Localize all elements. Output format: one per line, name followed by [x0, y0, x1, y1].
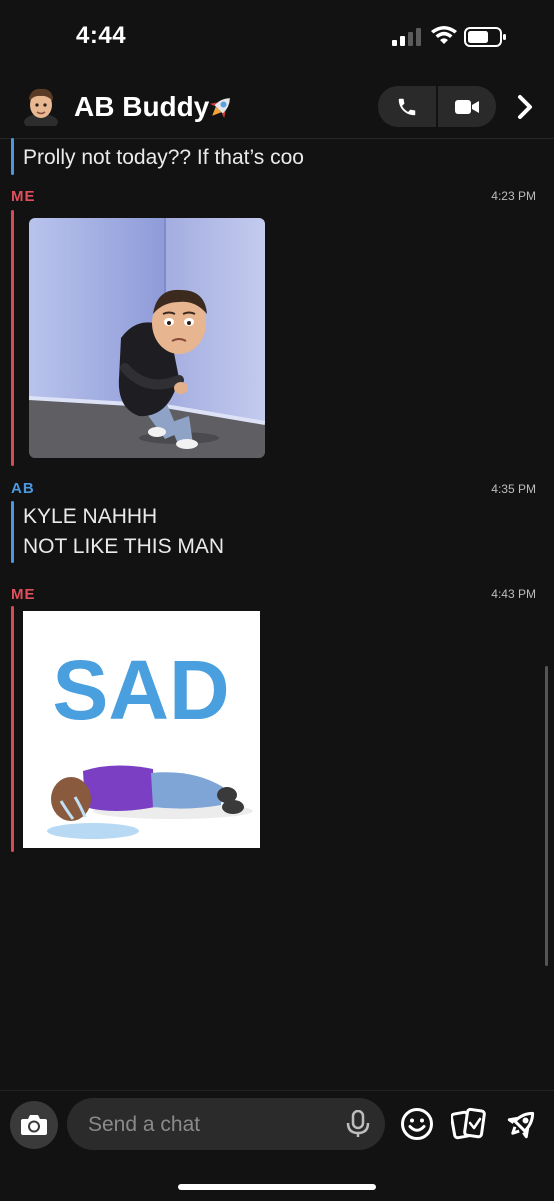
chat-input[interactable] [86, 1098, 340, 1152]
bitmoji-sticker[interactable] [29, 218, 265, 458]
message-timestamp: 4:23 PM [491, 189, 536, 203]
camera-button[interactable] [10, 1101, 58, 1149]
avatar[interactable] [22, 86, 60, 126]
message-bar [11, 501, 14, 563]
video-camera-icon [455, 99, 479, 114]
chat-title[interactable]: AB Buddy [74, 91, 209, 123]
rocket-icon[interactable] [504, 1106, 540, 1142]
bitmoji-image [29, 218, 265, 458]
cellular-signal-icon [392, 28, 421, 46]
voice-call-button[interactable] [378, 86, 436, 127]
phone-icon [398, 98, 416, 115]
message-text[interactable]: KYLE NAHHH [23, 502, 157, 532]
sender-label: ME [11, 586, 36, 603]
sender-label: AB [11, 480, 35, 497]
video-call-button[interactable] [438, 86, 496, 127]
chevron-right-button[interactable] [510, 90, 540, 124]
status-time: 4:44 [76, 22, 127, 49]
sender-label: ME [11, 188, 36, 205]
rocket-emoji-icon [210, 98, 230, 118]
status-bar: 4:44 [0, 0, 554, 76]
chat-header: AB Buddy [0, 76, 554, 139]
smiley-icon[interactable] [400, 1107, 434, 1141]
chat-composer [0, 1090, 554, 1201]
message-timestamp: 4:35 PM [491, 482, 536, 496]
sticker-text: SAD [52, 643, 229, 737]
message-list[interactable]: Prolly not today?? If that’s coo ME 4:23… [0, 138, 554, 1088]
wifi-icon [431, 26, 457, 44]
message-bar [11, 606, 14, 852]
chat-input-wrapper [67, 1098, 385, 1152]
message-bar [11, 138, 14, 175]
message-timestamp: 4:43 PM [491, 587, 536, 601]
cards-icon[interactable] [451, 1106, 487, 1142]
sad-sticker[interactable]: SAD [23, 611, 260, 848]
scrollbar[interactable] [545, 666, 548, 966]
home-indicator [178, 1184, 376, 1190]
battery-icon [464, 27, 506, 47]
message-text[interactable]: Prolly not today?? If that’s coo [23, 143, 304, 173]
call-button-group [378, 86, 496, 127]
message-text[interactable]: NOT LIKE THIS MAN [23, 532, 224, 562]
microphone-icon[interactable] [345, 1110, 371, 1138]
message-bar [11, 210, 14, 466]
chevron-right-icon [518, 95, 532, 119]
camera-icon [21, 1115, 47, 1135]
sad-sticker-image: SAD [47, 643, 253, 839]
